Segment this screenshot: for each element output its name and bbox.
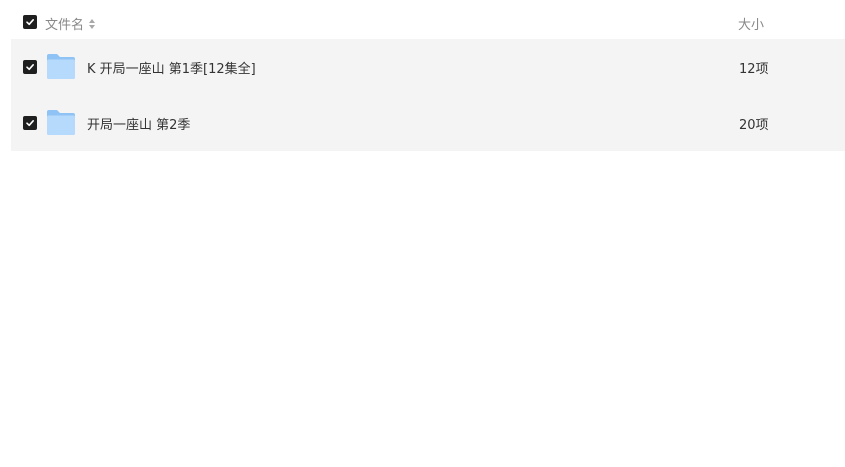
column-header-size[interactable]: 大小 [738, 14, 764, 33]
file-row[interactable]: K 开局一座山 第1季[12集全] 12项 [11, 39, 845, 95]
checkmark-icon [26, 64, 34, 71]
file-name[interactable]: 开局一座山 第2季 [87, 114, 190, 133]
sort-arrows-icon[interactable] [88, 18, 96, 30]
select-all-checkbox[interactable] [23, 15, 37, 29]
column-header-name-label: 文件名 [45, 18, 85, 33]
file-row[interactable]: 开局一座山 第2季 20项 [11, 95, 845, 151]
file-list: 文件名 大小 K 开局一座山 第1季[12集全] 12项 开局一座山 第2季 2… [11, 4, 845, 151]
folder-icon[interactable] [46, 109, 76, 136]
row-checkbox[interactable] [23, 60, 37, 74]
file-name[interactable]: K 开局一座山 第1季[12集全] [87, 58, 256, 77]
checkmark-icon [26, 19, 34, 26]
checkmark-icon [26, 120, 34, 127]
file-size: 12项 [739, 62, 769, 77]
list-header: 文件名 大小 [11, 4, 845, 39]
row-checkbox[interactable] [23, 116, 37, 130]
folder-icon[interactable] [46, 53, 76, 80]
column-header-name[interactable]: 文件名 [45, 14, 96, 33]
file-size: 20项 [739, 118, 769, 133]
